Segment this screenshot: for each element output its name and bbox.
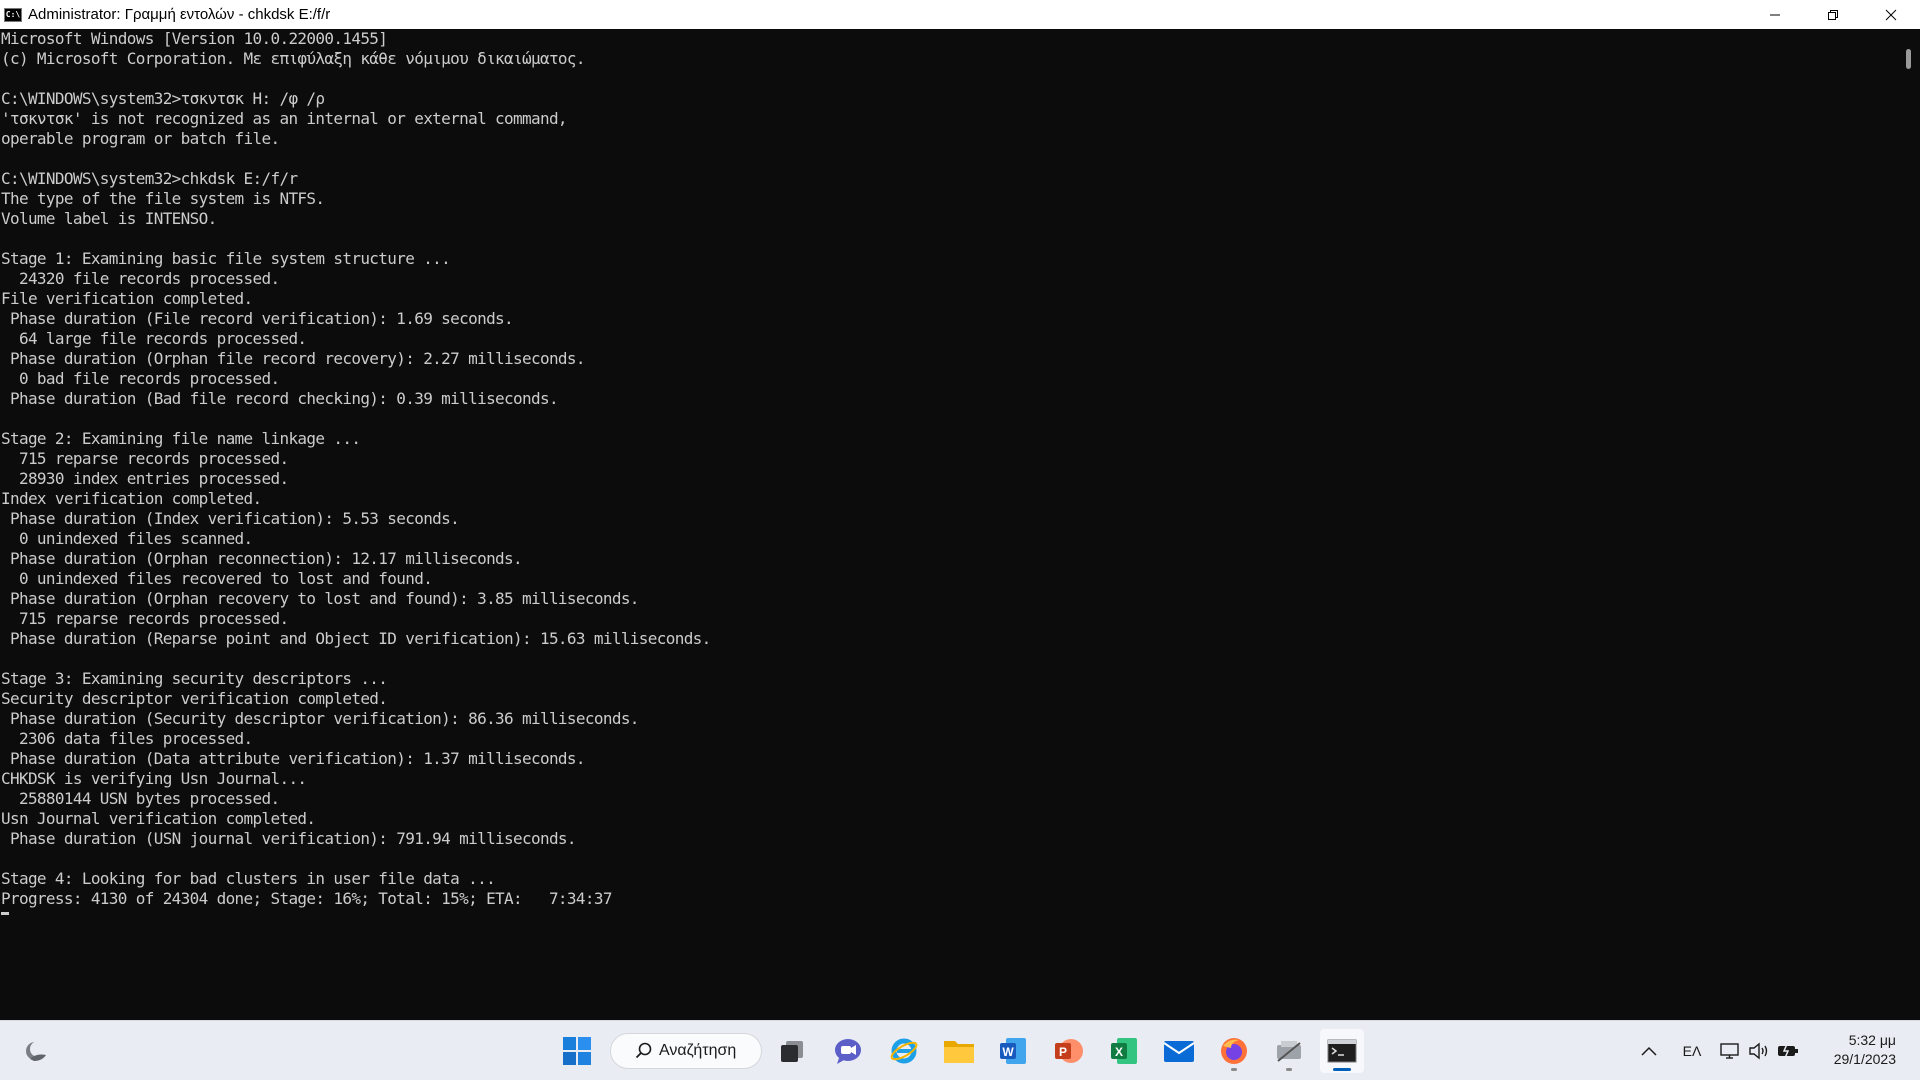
language-indicator[interactable]: ΕΛ	[1670, 1029, 1714, 1073]
internet-explorer-icon	[890, 1038, 918, 1064]
excel-icon: X	[1111, 1038, 1137, 1064]
taskbar-search[interactable]: Αναζήτηση	[610, 1033, 762, 1069]
window-controls	[1746, 0, 1920, 29]
search-icon	[635, 1042, 652, 1059]
text-cursor	[1, 912, 9, 915]
command-prompt-button[interactable]	[1320, 1029, 1364, 1073]
restore-button[interactable]	[1804, 0, 1862, 29]
taskbar-clock[interactable]: 5:32 μμ 29/1/2023	[1834, 1031, 1896, 1069]
console-output: Microsoft Windows [Version 10.0.22000.14…	[1, 29, 711, 908]
command-prompt-icon: C:\	[4, 7, 22, 22]
weather-icon	[26, 1041, 46, 1061]
running-indicator	[1333, 1068, 1351, 1071]
restore-icon	[1828, 9, 1838, 20]
task-view-icon	[781, 1041, 803, 1062]
start-button[interactable]	[555, 1029, 599, 1073]
clock-date: 29/1/2023	[1833, 1051, 1896, 1067]
volume-icon	[1749, 1042, 1768, 1060]
running-indicator	[1231, 1068, 1237, 1071]
excel-button[interactable]: X	[1102, 1029, 1146, 1073]
running-indicator	[1286, 1068, 1292, 1071]
folder-icon	[944, 1041, 974, 1063]
word-button[interactable]: W	[991, 1029, 1035, 1073]
powerpoint-button[interactable]: P	[1046, 1029, 1090, 1073]
widgets-button[interactable]	[14, 1029, 58, 1073]
title-bar[interactable]: C:\ Administrator: Γραμμή εντολών - chkd…	[0, 0, 1920, 29]
console-area[interactable]: Microsoft Windows [Version 10.0.22000.14…	[0, 29, 1900, 1020]
clock-time: 5:32 μμ	[1848, 1032, 1896, 1048]
search-label: Αναζήτηση	[659, 1042, 737, 1059]
chat-icon	[835, 1039, 861, 1064]
snipping-tool-button[interactable]	[1267, 1029, 1311, 1073]
firefox-button[interactable]	[1212, 1029, 1256, 1073]
word-icon: W	[1000, 1038, 1026, 1064]
minimize-icon	[1770, 14, 1780, 15]
show-hidden-icons-button[interactable]	[1627, 1029, 1671, 1073]
vertical-scrollbar[interactable]	[1900, 29, 1920, 1020]
windows-start-icon	[563, 1037, 591, 1065]
internet-explorer-button[interactable]	[882, 1029, 926, 1073]
minimize-button[interactable]	[1746, 0, 1804, 29]
task-view-button[interactable]	[770, 1029, 814, 1073]
chat-button[interactable]	[826, 1029, 870, 1073]
mail-button[interactable]	[1157, 1029, 1201, 1073]
file-explorer-button[interactable]	[937, 1029, 981, 1073]
chevron-up-icon	[1641, 1046, 1657, 1056]
command-prompt-icon	[1327, 1039, 1357, 1063]
taskbar: Αναζήτηση W P X ΕΛ 5:32 μμ 29/1/2023	[0, 1020, 1920, 1080]
firefox-icon	[1221, 1038, 1247, 1064]
snipping-tool-icon	[1277, 1041, 1301, 1062]
window-title: Administrator: Γραμμή εντολών - chkdsk E…	[28, 6, 331, 23]
close-button[interactable]	[1862, 0, 1920, 29]
scrollbar-thumb[interactable]	[1906, 49, 1911, 69]
battery-icon	[1778, 1043, 1798, 1059]
language-label: ΕΛ	[1682, 1043, 1702, 1059]
svg-text:W: W	[1002, 1045, 1014, 1059]
svg-text:X: X	[1115, 1045, 1123, 1059]
mail-icon	[1163, 1041, 1195, 1062]
svg-text:P: P	[1059, 1045, 1067, 1059]
powerpoint-icon: P	[1055, 1039, 1083, 1063]
quick-settings-button[interactable]	[1714, 1029, 1804, 1073]
close-icon	[1885, 9, 1897, 20]
network-icon	[1720, 1043, 1739, 1059]
